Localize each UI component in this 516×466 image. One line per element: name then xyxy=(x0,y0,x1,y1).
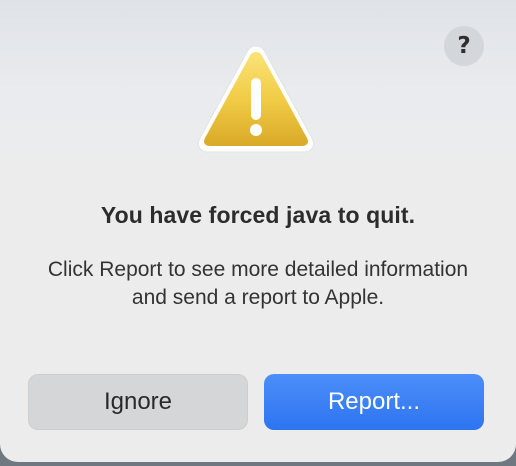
ignore-button[interactable]: Ignore xyxy=(28,374,248,430)
force-quit-dialog: ? You have forced java to quit. Click Re… xyxy=(0,0,516,462)
warning-triangle-icon xyxy=(197,45,315,153)
dialog-message: Click Report to see more detailed inform… xyxy=(47,258,469,309)
help-icon: ? xyxy=(457,33,471,59)
help-button[interactable]: ? xyxy=(444,26,484,66)
dialog-title: You have forced java to quit. xyxy=(100,202,416,228)
report-button[interactable]: Report... xyxy=(264,374,484,430)
